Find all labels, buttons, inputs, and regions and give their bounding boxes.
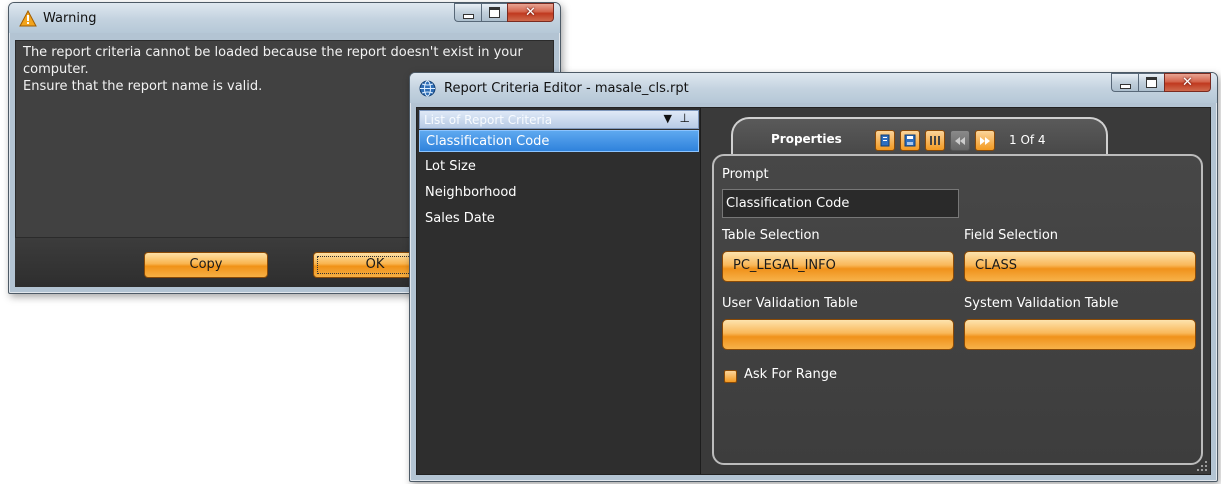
criteria-list: Classification Code Lot Size Neighborhoo… [419, 130, 699, 234]
caption-buttons: ✕ [1111, 73, 1211, 93]
system-validation-table-label: System Validation Table [964, 296, 1119, 311]
close-button[interactable]: ✕ [1164, 73, 1211, 92]
save-criteria-button[interactable] [900, 130, 920, 151]
close-button[interactable]: ✕ [507, 3, 554, 22]
criteria-pane-title: List of Report Criteria [424, 113, 553, 127]
criteria-pane: List of Report Criteria ▼ ⊥ Classificati… [417, 108, 701, 474]
dropdown-arrow-icon[interactable]: ▼ [664, 112, 672, 125]
window-title: Warning [43, 11, 97, 26]
columns-button[interactable] [925, 130, 945, 151]
caption-buttons: ✕ [454, 3, 554, 23]
new-criteria-button[interactable] [875, 130, 895, 151]
prompt-input[interactable]: Classification Code [722, 189, 959, 218]
properties-panel: Prompt Classification Code Table Selecti… [712, 154, 1203, 465]
previous-button[interactable] [950, 130, 970, 151]
maximize-icon [489, 7, 500, 18]
properties-tab-title: Properties [771, 132, 842, 146]
table-selection-button[interactable]: PC_LEGAL_INFO [722, 251, 954, 282]
field-selection-button[interactable]: CLASS [964, 251, 1196, 282]
editor-titlebar[interactable]: Report Criteria Editor - masale_cls.rpt … [410, 73, 1217, 103]
maximize-button[interactable] [481, 3, 507, 22]
close-icon: ✕ [1182, 75, 1193, 90]
resize-grip-icon[interactable] [1196, 460, 1208, 472]
system-validation-table-button[interactable] [964, 319, 1196, 350]
properties-tab: Properties 1 Of 4 [731, 117, 1108, 155]
criteria-item-sales-date[interactable]: Sales Date [419, 208, 699, 230]
editor-client-area: List of Report Criteria ▼ ⊥ Classificati… [416, 107, 1211, 475]
properties-area: Properties 1 Of 4 Prompt Classification … [701, 108, 1210, 474]
next-button[interactable] [975, 130, 995, 151]
fast-forward-icon [980, 136, 990, 145]
report-criteria-editor-window: Report Criteria Editor - masale_cls.rpt … [409, 72, 1218, 482]
warning-titlebar[interactable]: Warning ✕ [9, 3, 560, 33]
minimize-icon [1119, 83, 1131, 89]
rewind-icon [955, 136, 965, 145]
new-document-icon [880, 134, 890, 147]
maximize-icon [1146, 77, 1157, 88]
prompt-label: Prompt [722, 167, 769, 182]
message-line: The report criteria cannot be loaded bec… [23, 45, 523, 60]
pin-icon[interactable]: ⊥ [680, 111, 690, 125]
warning-icon [19, 10, 37, 27]
table-selection-label: Table Selection [722, 228, 820, 243]
save-icon [904, 134, 916, 147]
criteria-item-lot-size[interactable]: Lot Size [419, 156, 699, 178]
columns-icon [930, 136, 940, 145]
maximize-button[interactable] [1138, 73, 1164, 92]
globe-icon [419, 80, 436, 97]
criteria-item-classification-code[interactable]: Classification Code [419, 130, 699, 152]
user-validation-table-label: User Validation Table [722, 296, 858, 311]
window-title: Report Criteria Editor - masale_cls.rpt [444, 81, 689, 96]
minimize-button[interactable] [454, 3, 481, 22]
criteria-pane-header[interactable]: List of Report Criteria ▼ ⊥ [419, 110, 699, 129]
copy-button[interactable]: Copy [144, 252, 268, 278]
user-validation-table-button[interactable] [722, 319, 954, 350]
minimize-button[interactable] [1111, 73, 1138, 92]
field-selection-label: Field Selection [964, 228, 1059, 243]
page-indicator: 1 Of 4 [1009, 133, 1046, 147]
ask-for-range-label: Ask For Range [744, 367, 837, 382]
criteria-item-neighborhood[interactable]: Neighborhood [419, 182, 699, 204]
close-icon: ✕ [525, 5, 536, 20]
ask-for-range-checkbox[interactable] [724, 370, 737, 383]
minimize-icon [462, 13, 474, 19]
